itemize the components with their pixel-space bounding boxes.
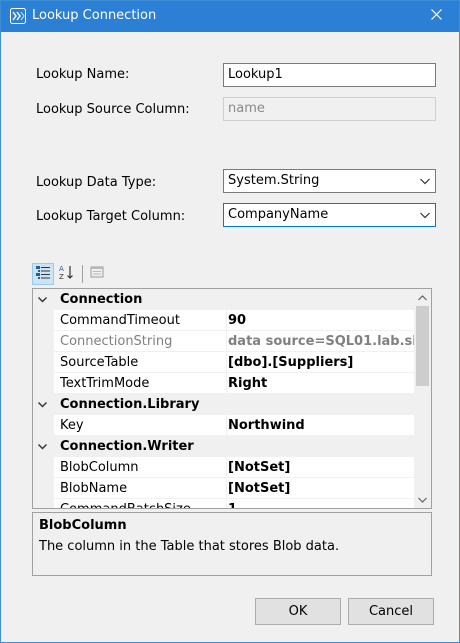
lookup-source-column-input: name — [223, 97, 436, 121]
property-row[interactable]: ConnectionString data source=SQL01.lab.si… — [33, 331, 415, 352]
property-value[interactable]: 90 — [228, 313, 415, 328]
window-title: Lookup Connection — [32, 8, 157, 23]
title-bar: Lookup Connection — [1, 1, 459, 32]
column-divider — [226, 478, 227, 499]
row-gutter — [33, 415, 54, 436]
lookup-target-column-label: Lookup Target Column: — [36, 209, 186, 224]
chevron-down-icon — [419, 209, 431, 221]
property-name: TextTrimMode — [60, 376, 150, 391]
lookup-target-column-select[interactable]: CompanyName — [223, 203, 436, 227]
scroll-down-button[interactable] — [414, 491, 431, 508]
property-name: BlobColumn — [60, 460, 139, 475]
lookup-app-icon — [10, 8, 26, 24]
property-row[interactable]: TextTrimMode Right — [33, 373, 415, 394]
row-gutter — [33, 457, 54, 478]
chevron-down-icon — [418, 492, 427, 507]
alphabetical-sort-button[interactable]: A Z — [56, 263, 78, 285]
property-pages-icon — [89, 264, 105, 284]
lookup-target-column-value: CompanyName — [228, 207, 329, 222]
close-icon — [430, 9, 442, 24]
property-value[interactable]: 1 — [228, 502, 415, 508]
property-value[interactable]: [NotSet] — [228, 481, 415, 496]
category-label: Connection.Writer — [60, 439, 194, 454]
lookup-source-column-label: Lookup Source Column: — [36, 102, 190, 117]
lookup-name-label: Lookup Name: — [36, 67, 130, 82]
column-divider — [226, 499, 227, 508]
description-text: The column in the Table that stores Blob… — [39, 539, 340, 554]
svg-text:Z: Z — [59, 273, 64, 280]
property-name: Key — [60, 418, 84, 433]
chevron-down-icon — [419, 175, 431, 187]
property-description-panel: BlobColumn The column in the Table that … — [32, 512, 432, 576]
cancel-button[interactable]: Cancel — [348, 598, 434, 625]
row-gutter — [33, 352, 54, 373]
property-name: ConnectionString — [60, 334, 173, 349]
column-divider — [226, 415, 227, 436]
property-grid: Connection CommandTimeout 90 ConnectionStri… — [32, 288, 432, 509]
row-gutter — [33, 373, 54, 394]
property-row[interactable]: CommandBatchSize1 — [33, 499, 415, 508]
row-gutter — [33, 331, 54, 352]
svg-text:A: A — [59, 265, 64, 273]
categorized-view-icon — [35, 264, 51, 284]
column-divider — [226, 457, 227, 478]
ok-button[interactable]: OK — [255, 598, 341, 625]
lookup-data-type-value: System.String — [228, 173, 320, 188]
collapse-chevron-icon[interactable] — [37, 441, 48, 452]
property-row[interactable]: SourceTable [dbo].[Suppliers] — [33, 352, 415, 373]
property-name: CommandBatchSize — [60, 502, 225, 508]
row-gutter — [33, 478, 54, 499]
scroll-thumb[interactable] — [416, 306, 429, 386]
property-row[interactable]: CommandTimeout 90 — [33, 310, 415, 331]
property-value[interactable]: data source=SQL01.lab.simegc — [228, 334, 415, 349]
property-value[interactable]: [dbo].[Suppliers] — [228, 355, 415, 370]
toolbar-separator — [82, 265, 83, 283]
property-value[interactable]: Northwind — [228, 418, 415, 433]
column-divider — [226, 310, 227, 331]
property-value[interactable]: [NotSet] — [228, 460, 415, 475]
category-row[interactable]: Connection.Writer — [33, 436, 415, 457]
vertical-scrollbar[interactable] — [414, 289, 431, 508]
lookup-connection-dialog: Lookup Connection Lookup Name: Lookup1 L… — [0, 0, 460, 643]
property-pages-button[interactable] — [86, 263, 108, 285]
close-button[interactable] — [413, 1, 459, 32]
lookup-data-type-select[interactable]: System.String — [223, 169, 436, 193]
property-value[interactable]: Right — [228, 376, 415, 391]
category-row[interactable]: Connection.Library — [33, 394, 415, 415]
property-name: CommandTimeout — [60, 313, 180, 328]
row-gutter — [33, 499, 54, 508]
row-gutter — [33, 310, 54, 331]
chevron-up-icon — [418, 290, 427, 305]
column-divider — [226, 373, 227, 394]
categorized-view-button[interactable] — [32, 263, 54, 285]
property-row[interactable]: BlobName [NotSet] — [33, 478, 415, 499]
property-row[interactable]: Key Northwind — [33, 415, 415, 436]
category-label: Connection.Library — [60, 397, 200, 412]
category-row[interactable]: Connection — [33, 289, 415, 310]
column-divider — [226, 352, 227, 373]
collapse-chevron-icon[interactable] — [37, 294, 48, 305]
sort-alphabetical-icon: A Z — [59, 264, 75, 284]
category-label: Connection — [60, 292, 143, 307]
lookup-name-input[interactable]: Lookup1 — [223, 63, 436, 87]
property-name: SourceTable — [60, 355, 139, 370]
collapse-chevron-icon[interactable] — [37, 399, 48, 410]
property-name: BlobName — [60, 481, 128, 496]
lookup-data-type-label: Lookup Data Type: — [36, 175, 157, 190]
property-row[interactable]: BlobColumn [NotSet] — [33, 457, 415, 478]
scroll-up-button[interactable] — [414, 289, 431, 306]
description-title: BlobColumn — [39, 518, 127, 533]
column-divider — [226, 331, 227, 352]
